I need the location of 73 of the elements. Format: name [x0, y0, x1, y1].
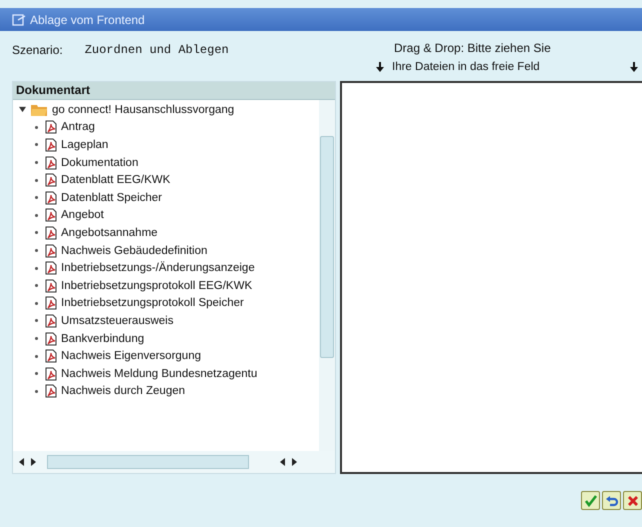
vertical-scrollbar[interactable] [319, 100, 335, 451]
bullet-icon [35, 249, 38, 252]
tree-item[interactable]: Inbetriebsetzungsprotokoll EEG/KWK [13, 276, 319, 295]
undo-icon [604, 494, 618, 508]
scroll-left-icon[interactable] [19, 458, 25, 466]
pdf-file-icon [45, 156, 57, 170]
tree-item[interactable]: Angebotsannahme [13, 224, 319, 242]
tree-item[interactable]: go connect! Hausanschlussvorgang [13, 101, 319, 119]
scroll-right-icon[interactable] [30, 458, 36, 466]
pdf-file-icon [45, 120, 57, 134]
pdf-file-icon [45, 314, 57, 328]
pdf-file-icon [45, 278, 57, 293]
cancel-button[interactable] [623, 491, 642, 510]
expand-triangle-icon[interactable] [19, 106, 26, 114]
pdf-file-icon [45, 244, 57, 258]
tree-item[interactable]: Lageplan [13, 136, 319, 154]
bullet-icon [35, 302, 38, 305]
bullet-icon [35, 126, 38, 129]
bullet-icon [35, 161, 38, 164]
drop-hint: Ihre Dateien in das freie Feld [392, 61, 540, 73]
window-title: Ablage vom Frontend [30, 12, 145, 26]
pdf-file-icon [45, 226, 57, 240]
bullet-icon [35, 231, 38, 234]
pdf-file-icon [45, 208, 57, 222]
tree-item[interactable]: Datenblatt EEG/KWK [13, 171, 319, 189]
checkmark-icon [584, 494, 598, 508]
tree-item[interactable]: Bankverbindung [13, 330, 319, 348]
scroll-left-icon[interactable] [280, 458, 286, 466]
pdf-file-icon [45, 190, 57, 205]
pdf-file-icon [45, 261, 57, 276]
tree-item[interactable]: Nachweis durch Zeugen [13, 382, 319, 400]
folder-icon [31, 104, 47, 116]
scroll-thumb[interactable] [320, 136, 334, 358]
bullet-icon [35, 390, 38, 393]
tree-item[interactable]: Datenblatt Speicher [13, 188, 319, 207]
bullet-icon [35, 178, 38, 182]
column-header: Dokumentart [13, 82, 335, 100]
tree-item[interactable]: Antrag [13, 118, 319, 136]
tree-item[interactable]: Dokumentation [13, 154, 319, 172]
bullet-icon [35, 214, 38, 217]
tree-item[interactable]: Angebot [13, 206, 319, 224]
pdf-file-icon [45, 384, 57, 398]
undo-button[interactable] [602, 491, 621, 510]
bullet-icon [35, 319, 38, 322]
pdf-file-icon [45, 366, 57, 381]
tree-item[interactable]: Umsatzsteuerausweis [13, 312, 319, 330]
pdf-file-icon [45, 173, 57, 188]
pdf-file-icon [45, 296, 57, 310]
scroll-right-icon[interactable] [291, 458, 297, 466]
scenario-value: Zuordnen und Ablegen [84, 43, 229, 59]
bullet-icon [35, 143, 38, 146]
tree-item[interactable]: Nachweis Meldung Bundesnetzagentu [13, 364, 319, 382]
tree-item[interactable]: Nachweis Eigenversorgung [13, 347, 319, 365]
bullet-icon [35, 372, 38, 376]
bullet-icon [35, 337, 38, 340]
down-arrow-icon [376, 62, 384, 72]
pdf-file-icon [45, 349, 57, 364]
scenario-label: Szenario: [12, 43, 63, 59]
bullet-icon [35, 284, 38, 288]
drop-hint: Drag & Drop: Bitte ziehen Sie [393, 41, 552, 55]
bullet-icon [35, 266, 38, 270]
window-icon [12, 14, 26, 26]
down-arrow-icon [630, 62, 638, 72]
pdf-file-icon [45, 138, 57, 152]
bullet-icon [35, 196, 38, 200]
tree-item[interactable]: Inbetriebsetzungsprotokoll Speicher [13, 294, 319, 312]
horizontal-scrollbar[interactable] [47, 455, 249, 469]
tree-item[interactable]: Nachweis Gebäudedefinition [13, 242, 319, 260]
tree-item[interactable]: Inbetriebsetzungs-/Änderungsanzeige [13, 259, 319, 277]
confirm-button[interactable] [581, 491, 600, 510]
pdf-file-icon [45, 332, 57, 346]
close-icon [626, 494, 640, 508]
bullet-icon [35, 354, 38, 358]
